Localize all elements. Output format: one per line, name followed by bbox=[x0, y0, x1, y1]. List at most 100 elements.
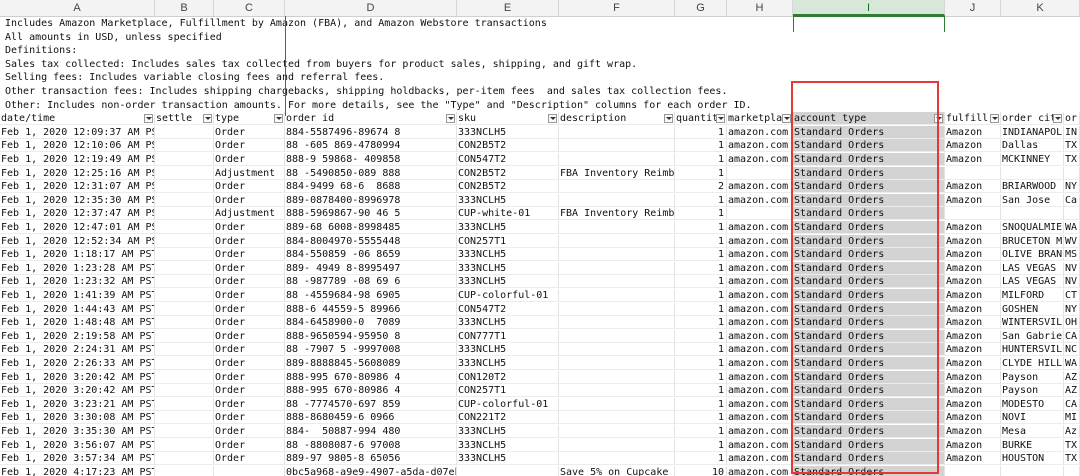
table-cell[interactable]: 1 bbox=[675, 329, 727, 343]
table-cell[interactable] bbox=[1064, 166, 1080, 180]
table-cell[interactable]: Feb 1, 2020 1:48:48 AM PST bbox=[0, 316, 155, 330]
note-line[interactable]: Includes Amazon Marketplace, Fulfillment… bbox=[5, 17, 547, 30]
table-cell[interactable] bbox=[727, 207, 793, 221]
table-cell[interactable]: Adjustment bbox=[214, 166, 285, 180]
table-cell[interactable]: Save 5% on Cupcake bbox=[559, 465, 675, 476]
table-cell[interactable]: Standard Orders bbox=[793, 397, 945, 411]
table-cell[interactable]: 884-5587496-89674 8 bbox=[285, 125, 457, 139]
table-cell[interactable] bbox=[155, 316, 214, 330]
header-cell-5[interactable]: description bbox=[559, 112, 675, 126]
table-cell[interactable]: Order bbox=[214, 193, 285, 207]
table-cell[interactable]: Standard Orders bbox=[793, 438, 945, 452]
table-cell[interactable]: amazon.com bbox=[727, 438, 793, 452]
table-cell[interactable] bbox=[155, 425, 214, 438]
table-cell[interactable] bbox=[559, 261, 675, 275]
header-cell-1[interactable]: settle bbox=[155, 112, 214, 126]
table-cell[interactable]: Order bbox=[214, 234, 285, 248]
table-cell[interactable]: Order bbox=[214, 180, 285, 194]
table-cell[interactable]: Order bbox=[214, 289, 285, 302]
table-cell[interactable]: Feb 1, 2020 1:41:39 AM PST bbox=[0, 289, 155, 302]
table-cell[interactable]: CUP-colorful-01 bbox=[457, 397, 559, 411]
column-header-k[interactable]: K bbox=[1001, 0, 1080, 16]
table-cell[interactable]: 88 -7774570-697 859 bbox=[285, 397, 457, 411]
table-cell[interactable]: 889-68 6008-8998485 bbox=[285, 221, 457, 234]
table-cell[interactable]: Standard Orders bbox=[793, 316, 945, 330]
column-header-j[interactable]: J bbox=[945, 0, 1001, 16]
note-line[interactable]: Definitions: bbox=[5, 44, 77, 57]
table-cell[interactable] bbox=[559, 248, 675, 262]
table-cell[interactable]: Payson bbox=[1001, 370, 1064, 384]
table-cell[interactable]: 333NCLH5 bbox=[457, 248, 559, 262]
table-cell[interactable] bbox=[559, 275, 675, 289]
table-cell[interactable]: FBA Inventory Reimb bbox=[559, 207, 675, 221]
table-cell[interactable]: Feb 1, 2020 2:26:33 AM PST bbox=[0, 357, 155, 370]
table-cell[interactable]: 888-5969867-90 46 5 bbox=[285, 207, 457, 221]
table-cell[interactable] bbox=[559, 153, 675, 166]
table-cell[interactable]: Order bbox=[214, 452, 285, 466]
table-cell[interactable]: LAS VEGAS bbox=[1001, 261, 1064, 275]
table-cell[interactable] bbox=[155, 384, 214, 398]
table-cell[interactable]: 88 -8808087-6 97008 bbox=[285, 438, 457, 452]
table-cell[interactable]: amazon.com bbox=[727, 329, 793, 343]
table-cell[interactable]: 333NCLH5 bbox=[457, 261, 559, 275]
filter-dropdown-icon[interactable] bbox=[664, 114, 673, 124]
table-cell[interactable]: MI bbox=[1064, 411, 1080, 425]
table-cell[interactable]: CON547T2 bbox=[457, 153, 559, 166]
table-cell[interactable]: 1 bbox=[675, 153, 727, 166]
table-cell[interactable]: Ca bbox=[1064, 193, 1080, 207]
table-cell[interactable]: CON2B5T2 bbox=[457, 180, 559, 194]
table-cell[interactable]: 1 bbox=[675, 302, 727, 316]
table-cell[interactable]: 1 bbox=[675, 261, 727, 275]
table-cell[interactable]: Feb 1, 2020 12:25:16 AM PST bbox=[0, 166, 155, 180]
table-cell[interactable]: Order bbox=[214, 302, 285, 316]
table-cell[interactable] bbox=[559, 357, 675, 370]
table-cell[interactable] bbox=[155, 166, 214, 180]
table-cell[interactable]: 333NCLH5 bbox=[457, 357, 559, 370]
table-cell[interactable]: 888-8680459-6 0966 bbox=[285, 411, 457, 425]
table-cell[interactable]: CT bbox=[1064, 289, 1080, 302]
table-cell[interactable]: IN bbox=[1064, 125, 1080, 139]
table-cell[interactable]: Amazon bbox=[945, 234, 1001, 248]
table-cell[interactable]: Az bbox=[1064, 425, 1080, 438]
table-cell[interactable]: Amazon bbox=[945, 370, 1001, 384]
table-cell[interactable]: GOSHEN bbox=[1001, 302, 1064, 316]
table-cell[interactable]: Order bbox=[214, 357, 285, 370]
table-cell[interactable]: Amazon bbox=[945, 248, 1001, 262]
table-cell[interactable]: amazon.com bbox=[727, 384, 793, 398]
table-cell[interactable]: Feb 1, 2020 12:19:49 AM PST bbox=[0, 153, 155, 166]
table-cell[interactable]: Amazon bbox=[945, 425, 1001, 438]
table-cell[interactable]: Order bbox=[214, 316, 285, 330]
filter-dropdown-icon[interactable] bbox=[274, 114, 283, 124]
table-cell[interactable] bbox=[155, 234, 214, 248]
table-cell[interactable]: Order bbox=[214, 425, 285, 438]
table-cell[interactable]: 88 -4559684-98 6905 bbox=[285, 289, 457, 302]
table-cell[interactable] bbox=[155, 207, 214, 221]
filter-dropdown-icon[interactable] bbox=[144, 114, 153, 124]
table-cell[interactable]: 1 bbox=[675, 248, 727, 262]
column-header-g[interactable]: G bbox=[675, 0, 727, 16]
filter-dropdown-icon[interactable] bbox=[446, 114, 455, 124]
table-cell[interactable] bbox=[559, 139, 675, 153]
table-cell[interactable]: amazon.com bbox=[727, 411, 793, 425]
table-cell[interactable]: Feb 1, 2020 3:35:30 AM PST bbox=[0, 425, 155, 438]
table-cell[interactable]: 884- 50887-994 480 bbox=[285, 425, 457, 438]
table-cell[interactable]: 889-0878400-8996978 bbox=[285, 193, 457, 207]
table-cell[interactable] bbox=[214, 465, 285, 476]
table-cell[interactable]: Amazon bbox=[945, 384, 1001, 398]
table-cell[interactable]: Payson bbox=[1001, 384, 1064, 398]
table-cell[interactable]: amazon.com bbox=[727, 234, 793, 248]
table-cell[interactable] bbox=[559, 329, 675, 343]
table-cell[interactable] bbox=[559, 316, 675, 330]
table-cell[interactable]: 889-8888845-5608089 bbox=[285, 357, 457, 370]
table-cell[interactable]: 2 bbox=[675, 180, 727, 194]
table-cell[interactable]: Amazon bbox=[945, 357, 1001, 370]
table-cell[interactable]: Amazon bbox=[945, 411, 1001, 425]
table-cell[interactable]: Order bbox=[214, 384, 285, 398]
table-cell[interactable] bbox=[155, 411, 214, 425]
table-cell[interactable]: INDIANAPOLI bbox=[1001, 125, 1064, 139]
table-cell[interactable]: amazon.com bbox=[727, 275, 793, 289]
table-cell[interactable]: 333NCLH5 bbox=[457, 425, 559, 438]
table-cell[interactable] bbox=[155, 357, 214, 370]
table-cell[interactable]: Feb 1, 2020 12:52:34 AM PST bbox=[0, 234, 155, 248]
table-cell[interactable]: Amazon bbox=[945, 397, 1001, 411]
